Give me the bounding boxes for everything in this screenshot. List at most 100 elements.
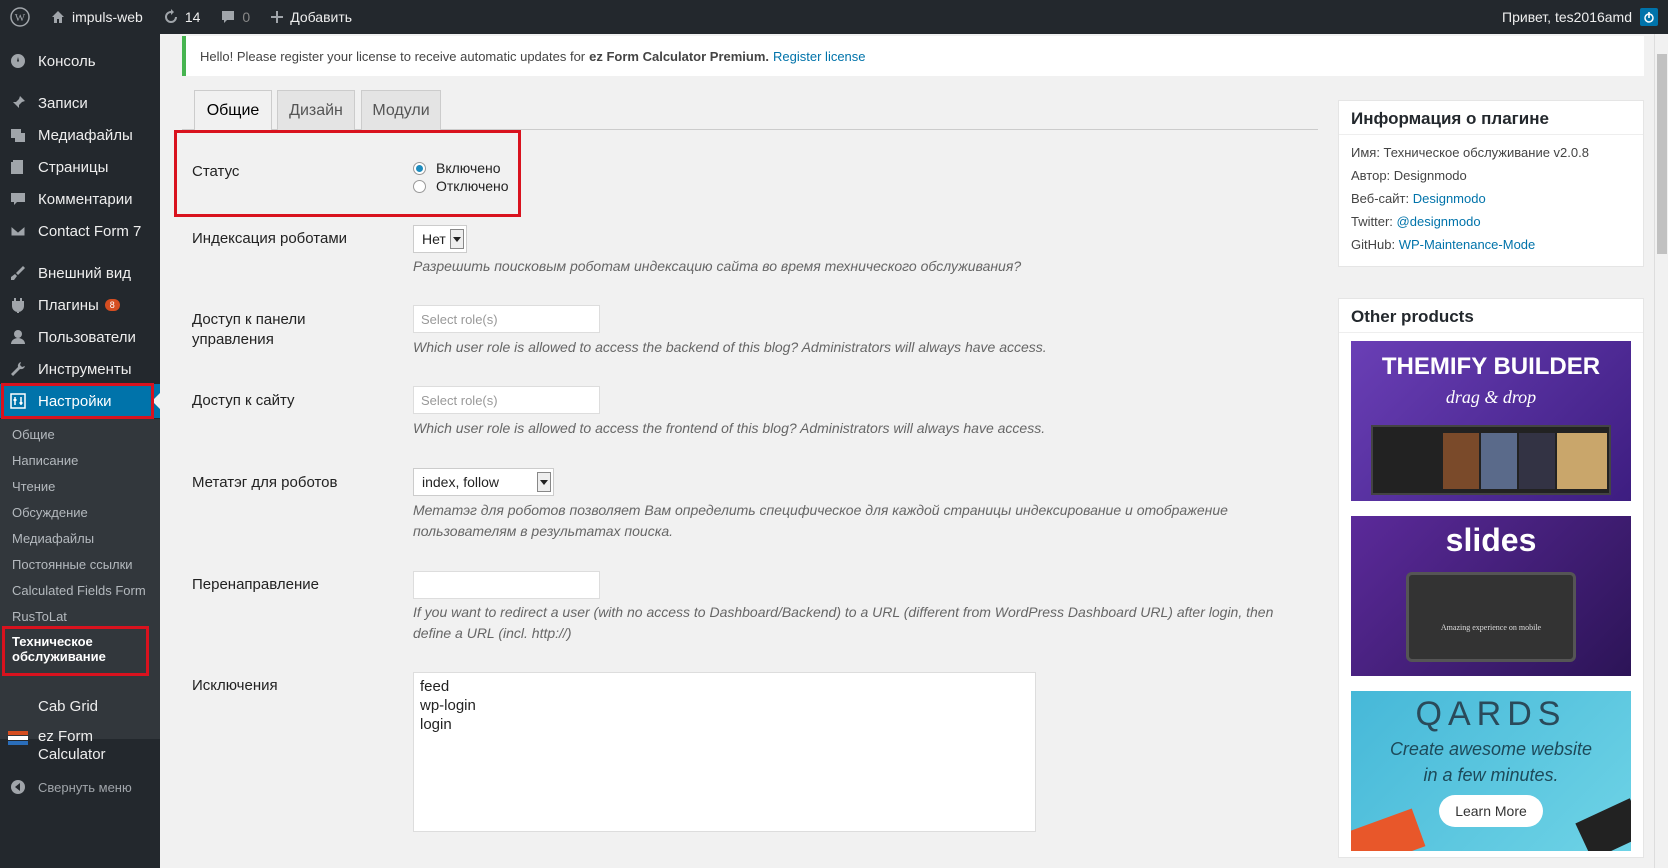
- backend-description: Which user role is allowed to access the…: [413, 339, 1047, 355]
- plugin-info-title: Информация о плагине: [1339, 101, 1643, 135]
- tab-design[interactable]: Дизайн: [277, 90, 355, 130]
- submenu-discussion[interactable]: Обсуждение: [12, 505, 88, 520]
- mail-icon: [8, 221, 28, 241]
- menu-item-appearance[interactable]: Внешний вид: [0, 256, 160, 290]
- submenu-media[interactable]: Медиафайлы: [12, 531, 94, 546]
- comment-icon: [222, 11, 235, 23]
- qards-decoration: [1351, 808, 1426, 851]
- exclusion-line: wp-login: [420, 697, 476, 714]
- wordpress-logo[interactable]: W: [0, 0, 40, 34]
- updates-link[interactable]: 14: [153, 0, 211, 34]
- highlight-maintenance: [2, 626, 149, 676]
- wordpress-icon: W: [10, 7, 30, 27]
- exclusion-line: login: [420, 716, 452, 733]
- plugin-name: Имя: Техническое обслуживание v2.0.8: [1351, 145, 1589, 160]
- power-icon[interactable]: [1640, 8, 1658, 26]
- redirect-desc-line1: If you want to redirect a user (with no …: [413, 604, 1274, 620]
- menu-label: Медиафайлы: [38, 126, 133, 144]
- indexing-select[interactable]: Нет: [413, 225, 467, 253]
- redirect-desc-line2: define a URL (incl. http://): [413, 625, 572, 641]
- menu-item-media[interactable]: Медиафайлы: [0, 118, 160, 152]
- meta-robots-select[interactable]: index, follow: [413, 468, 554, 496]
- frontend-access-label: Доступ к сайту: [192, 392, 295, 409]
- submenu-rustolat[interactable]: RusToLat: [12, 609, 67, 624]
- greeting[interactable]: Привет, tes2016amd: [1502, 9, 1632, 25]
- plugin-info-panel: Информация о плагине Имя: Техническое об…: [1338, 100, 1644, 267]
- menu-item-comments[interactable]: Комментарии: [0, 182, 160, 216]
- redirect-label: Перенаправление: [192, 576, 319, 593]
- website-label: Веб-сайт:: [1351, 191, 1410, 206]
- menu-label: Пользователи: [38, 328, 136, 346]
- plus-icon: [271, 11, 284, 23]
- website-link[interactable]: Designmodo: [1413, 191, 1486, 206]
- redirect-description: If you want to redirect a user (with no …: [413, 602, 1273, 644]
- brush-icon: [8, 263, 28, 283]
- qards-line2: in a few minutes.: [1423, 765, 1559, 785]
- menu-item-contact-form[interactable]: Contact Form 7: [0, 214, 160, 248]
- submenu-general[interactable]: Общие: [12, 427, 55, 442]
- plugin-icon: [8, 295, 28, 315]
- status-on-radio[interactable]: [413, 161, 426, 175]
- status-on-label: Включено: [436, 160, 501, 176]
- frontend-roles-input[interactable]: Select role(s): [413, 386, 600, 414]
- collapse-menu[interactable]: Свернуть меню: [0, 770, 160, 804]
- product-qards[interactable]: QARDS Create awesome website in a few mi…: [1351, 691, 1631, 851]
- plugin-twitter: Twitter: @designmodo: [1351, 214, 1481, 229]
- slides-caption: Amazing experience on mobile: [1440, 623, 1542, 632]
- page-icon: [8, 157, 28, 177]
- qards-title: QARDS: [1415, 695, 1567, 733]
- other-products-title: Other products: [1339, 299, 1643, 333]
- menu-item-ez-form[interactable]: ez Form Calculator: [0, 724, 160, 768]
- page-scrollbar[interactable]: [1654, 34, 1668, 868]
- chevron-down-icon: [537, 472, 551, 492]
- backend-roles-input[interactable]: Select role(s): [413, 305, 600, 333]
- site-name: impuls-web: [72, 9, 143, 25]
- status-off-radio[interactable]: [413, 179, 426, 193]
- comments-link[interactable]: 0: [210, 0, 260, 34]
- menu-item-cab-grid[interactable]: Cab Grid: [0, 689, 160, 723]
- learn-more-button[interactable]: Learn More: [1439, 795, 1543, 827]
- plugin-author: Автор: Designmodo: [1351, 168, 1467, 183]
- submenu-permalinks[interactable]: Постоянные ссылки: [12, 557, 133, 572]
- menu-label: Внешний вид: [38, 264, 131, 282]
- tab-general[interactable]: Общие: [194, 90, 272, 131]
- scrollbar-thumb[interactable]: [1657, 54, 1667, 254]
- qards-line1: Create awesome website: [1389, 739, 1593, 759]
- add-new-link[interactable]: Добавить: [260, 0, 362, 34]
- register-license-link[interactable]: Register license: [773, 49, 866, 64]
- status-label: Статус: [192, 163, 240, 180]
- license-notice: Hello! Please register your license to r…: [182, 36, 1644, 76]
- svg-text:W: W: [15, 12, 26, 24]
- menu-item-tools[interactable]: Инструменты: [0, 352, 160, 386]
- submenu-writing[interactable]: Написание: [12, 453, 78, 468]
- submenu-reading[interactable]: Чтение: [12, 479, 55, 494]
- tab-modules[interactable]: Модули: [361, 90, 441, 130]
- redirect-input[interactable]: [413, 571, 600, 599]
- admin-menu: Консоль Записи Медиафайлы Страницы Комме…: [0, 34, 160, 868]
- backend-access-label: Доступ к панели управления: [192, 310, 305, 350]
- product-themify-builder[interactable]: THEMIFY BUILDER drag & drop: [1351, 341, 1631, 501]
- status-on-option[interactable]: Включено: [413, 160, 501, 176]
- menu-label: Плагины: [38, 296, 99, 314]
- media-icon: [8, 125, 28, 145]
- notice-text: Hello! Please register your license to r…: [200, 48, 586, 64]
- site-name-link[interactable]: impuls-web: [40, 0, 153, 34]
- github-link[interactable]: WP-Maintenance-Mode: [1399, 237, 1536, 252]
- status-off-option[interactable]: Отключено: [413, 178, 509, 194]
- wrench-icon: [8, 359, 28, 379]
- menu-item-dashboard[interactable]: Консоль: [0, 44, 160, 78]
- exclusions-textarea[interactable]: feed wp-login login: [413, 672, 1036, 832]
- menu-item-plugins[interactable]: Плагины 8: [0, 288, 160, 322]
- add-new-label: Добавить: [290, 9, 353, 25]
- product-slides[interactable]: slides Amazing experience on mobile: [1351, 516, 1631, 676]
- twitter-link[interactable]: @designmodo: [1397, 214, 1481, 229]
- submenu-calculated-fields[interactable]: Calculated Fields Form: [12, 583, 146, 598]
- meta-desc-line1: Метатэг для роботов позволяет Вам опреде…: [413, 502, 1228, 518]
- comment-icon: [8, 189, 28, 209]
- indexing-description: Разрешить поисковым роботам индексацию с…: [413, 258, 1022, 274]
- qards-decoration: [1575, 798, 1631, 851]
- menu-item-pages[interactable]: Страницы: [0, 150, 160, 184]
- menu-item-users[interactable]: Пользователи: [0, 320, 160, 354]
- themify-subtitle: drag & drop: [1445, 387, 1537, 407]
- menu-item-posts[interactable]: Записи: [0, 86, 160, 120]
